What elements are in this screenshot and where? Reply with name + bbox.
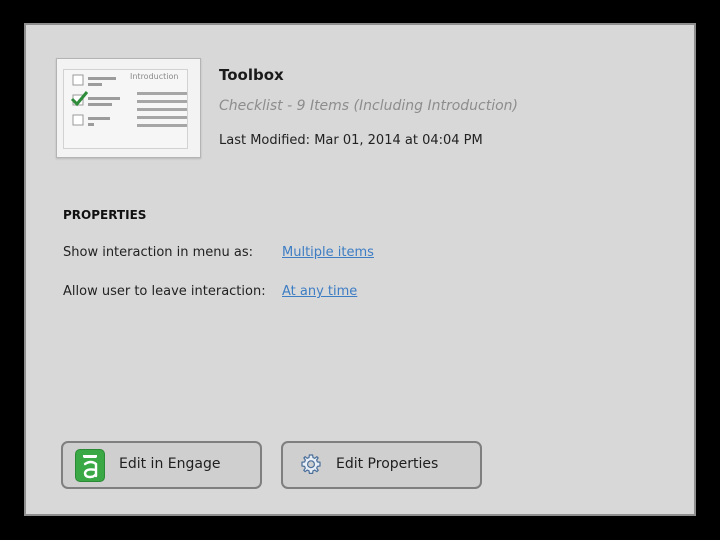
- gear-icon: [301, 454, 321, 474]
- interaction-panel: Introduction Toolbox Checklist - 9 Items…: [24, 23, 696, 516]
- checkbox-unchecked-icon: [72, 114, 84, 126]
- property-label-leave: Allow user to leave interaction:: [63, 284, 266, 299]
- last-modified: Last Modified: Mar 01, 2014 at 04:04 PM: [219, 133, 483, 148]
- edit-properties-button[interactable]: Edit Properties: [281, 441, 482, 489]
- edit-in-engage-label: Edit in Engage: [119, 456, 221, 472]
- property-value-leave-link[interactable]: At any time: [282, 284, 357, 299]
- engage-logo-icon: [75, 449, 105, 482]
- properties-heading: PROPERTIES: [63, 208, 147, 222]
- property-label-menu: Show interaction in menu as:: [63, 245, 254, 260]
- edit-properties-label: Edit Properties: [336, 456, 439, 472]
- thumbnail-label: Introduction: [130, 72, 179, 81]
- last-modified-text: Last Modified: Mar 01, 2014 at 04:04 PM: [219, 133, 483, 148]
- page-title: Toolbox: [219, 66, 284, 84]
- checkbox-unchecked-icon: [72, 74, 84, 86]
- checklist-thumbnail: Introduction: [56, 58, 201, 158]
- interaction-subtitle: Checklist - 9 Items (Including Introduct…: [219, 98, 519, 114]
- edit-in-engage-button[interactable]: Edit in Engage: [61, 441, 262, 489]
- property-value-menu-link[interactable]: Multiple items: [282, 245, 374, 260]
